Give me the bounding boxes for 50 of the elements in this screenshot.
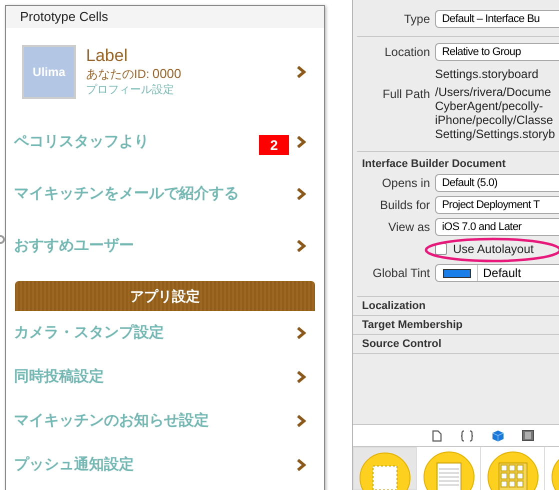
file-name: Settings.storyboard xyxy=(435,66,538,83)
profile-name: Label xyxy=(86,46,129,66)
film-icon[interactable] xyxy=(521,430,535,441)
table-view-icon xyxy=(422,451,474,490)
field-label: Location xyxy=(384,44,431,61)
popup-button[interactable]: Project Deployment T xyxy=(435,196,559,214)
collection-view-icon xyxy=(486,451,538,490)
row-label: マイキッチンをメールで紹介する xyxy=(14,184,240,204)
table-row[interactable]: ペコリスタッフより 2 xyxy=(6,116,324,168)
field-label: Opens in xyxy=(380,175,431,192)
inspector-section-header[interactable]: Source Control xyxy=(353,335,559,354)
row-label: プッシュ通知設定 xyxy=(14,454,135,475)
file-icon[interactable] xyxy=(431,430,443,442)
full-path: /Users/rivera/Docume CyberAgent/pecolly- iPhone/pecolly/Classe Setting/Settings.storyb xyxy=(435,85,556,141)
row-label: カメラ・スタンプ設定 xyxy=(14,322,165,343)
chevron-icon xyxy=(297,327,306,339)
row-label: ペコリスタッフより xyxy=(14,132,150,152)
popup-button[interactable]: iOS 7.0 and Later xyxy=(435,218,559,236)
field-label: Type xyxy=(402,11,431,28)
chevron-icon xyxy=(297,459,306,471)
id-value: 0000 xyxy=(152,66,182,82)
chevron-icon xyxy=(297,415,306,427)
field-label: Builds for xyxy=(378,197,431,214)
field-label: Global Tint xyxy=(372,265,431,282)
row-label: 同時投稿設定 xyxy=(14,366,105,387)
avatar: Ulima xyxy=(22,45,76,99)
popup-button[interactable]: Default – Interface Bu xyxy=(435,10,559,28)
chevron-icon xyxy=(297,240,306,252)
count-badge: 2 xyxy=(259,135,289,155)
row-label: おすすめユーザー xyxy=(14,236,135,256)
inspector-section-header[interactable]: Localization xyxy=(353,297,559,316)
field-label: View as xyxy=(387,219,431,236)
view-object-icon xyxy=(359,452,411,490)
chevron-icon xyxy=(297,188,306,200)
chevron-icon xyxy=(297,371,306,383)
profile-row[interactable]: Ulima Label あなたのID: 0000 プロフィール設定 xyxy=(6,28,324,116)
inspector-section-header[interactable]: Target Membership xyxy=(353,316,559,335)
popup-button[interactable]: Default (5.0) xyxy=(435,174,559,192)
section-header: アプリ設定 xyxy=(15,281,315,311)
popup-button[interactable]: Relative to Group xyxy=(435,43,559,61)
cube-icon[interactable] xyxy=(491,430,505,442)
row-label: マイキッチンのお知らせ設定 xyxy=(14,410,210,431)
color-popup[interactable]: Default xyxy=(435,264,559,282)
section-title: Prototype Cells xyxy=(6,6,324,28)
braces-icon[interactable] xyxy=(459,430,475,442)
chevron-icon xyxy=(297,136,306,148)
chevron-icon xyxy=(297,66,306,78)
section-heading: Interface Builder Document xyxy=(361,157,507,172)
field-label: Full Path xyxy=(382,86,431,103)
id-label: あなたのID: xyxy=(86,66,150,82)
